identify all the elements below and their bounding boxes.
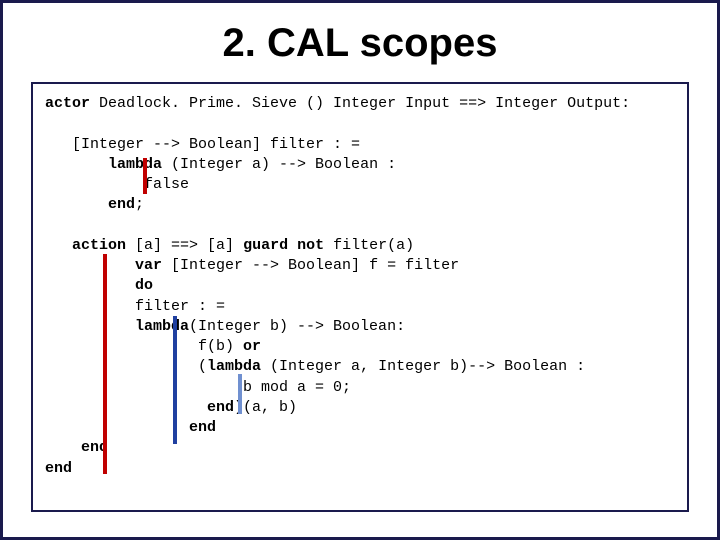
kw-action: action bbox=[72, 237, 126, 254]
code-line: actor Deadlock. Prime. Sieve () Integer … bbox=[45, 94, 675, 114]
kw-lambda: lambda bbox=[207, 358, 261, 375]
code-panel: actor Deadlock. Prime. Sieve () Integer … bbox=[31, 82, 689, 512]
kw-lambda: lambda bbox=[135, 318, 189, 335]
code-text: Deadlock. Prime. Sieve () Integer Input … bbox=[90, 95, 630, 112]
indent bbox=[45, 196, 108, 213]
code-line: end bbox=[45, 438, 675, 458]
blank-line bbox=[45, 216, 675, 236]
indent bbox=[45, 156, 108, 173]
code-line: var [Integer --> Boolean] f = filter bbox=[45, 256, 675, 276]
scope-bar-action bbox=[103, 254, 107, 474]
kw-lambda: lambda bbox=[108, 156, 162, 173]
kw-do: do bbox=[135, 277, 153, 294]
kw-guard-not: guard not bbox=[243, 237, 324, 254]
code-line: b mod a = 0; bbox=[45, 378, 675, 398]
indent bbox=[45, 419, 189, 436]
code-text: (Integer b) --> Boolean: bbox=[189, 318, 405, 335]
code-text: f(b) bbox=[45, 338, 243, 355]
kw-end: end bbox=[207, 399, 234, 416]
kw-or: or bbox=[243, 338, 261, 355]
code-text: )(a, b) bbox=[234, 399, 297, 416]
code-line: filter : = bbox=[45, 297, 675, 317]
scope-bar-lambda-outer bbox=[173, 316, 177, 444]
kw-end: end bbox=[45, 460, 72, 477]
indent bbox=[45, 318, 135, 335]
code-line: end bbox=[45, 459, 675, 479]
code-text: [a] ==> [a] bbox=[126, 237, 243, 254]
code-line: lambda (Integer a) --> Boolean : bbox=[45, 155, 675, 175]
kw-end: end bbox=[108, 196, 135, 213]
code-text: filter(a) bbox=[324, 237, 414, 254]
code-line: end; bbox=[45, 195, 675, 215]
indent bbox=[45, 399, 207, 416]
code-line: [Integer --> Boolean] filter : = bbox=[45, 135, 675, 155]
scope-bar-lambda-inner bbox=[238, 374, 242, 414]
code-line: do bbox=[45, 276, 675, 296]
code-line: (lambda (Integer a, Integer b)--> Boolea… bbox=[45, 357, 675, 377]
code-line: f(b) or bbox=[45, 337, 675, 357]
code-text: ; bbox=[135, 196, 144, 213]
kw-end: end bbox=[189, 419, 216, 436]
indent bbox=[45, 237, 72, 254]
scope-bar-filter bbox=[143, 158, 147, 194]
code-text: ( bbox=[45, 358, 207, 375]
code-line: end)(a, b) bbox=[45, 398, 675, 418]
slide-title: 2. CAL scopes bbox=[3, 3, 717, 82]
blank-line bbox=[45, 114, 675, 134]
code-text: (Integer a) --> Boolean : bbox=[162, 156, 396, 173]
code-text: [Integer --> Boolean] f = filter bbox=[162, 257, 459, 274]
code-line: end bbox=[45, 418, 675, 438]
indent bbox=[45, 439, 81, 456]
indent bbox=[45, 277, 135, 294]
code-line: action [a] ==> [a] guard not filter(a) bbox=[45, 236, 675, 256]
indent bbox=[45, 257, 135, 274]
kw-actor: actor bbox=[45, 95, 90, 112]
kw-var: var bbox=[135, 257, 162, 274]
code-line: false bbox=[45, 175, 675, 195]
code-line: lambda(Integer b) --> Boolean: bbox=[45, 317, 675, 337]
code-text: (Integer a, Integer b)--> Boolean : bbox=[261, 358, 585, 375]
